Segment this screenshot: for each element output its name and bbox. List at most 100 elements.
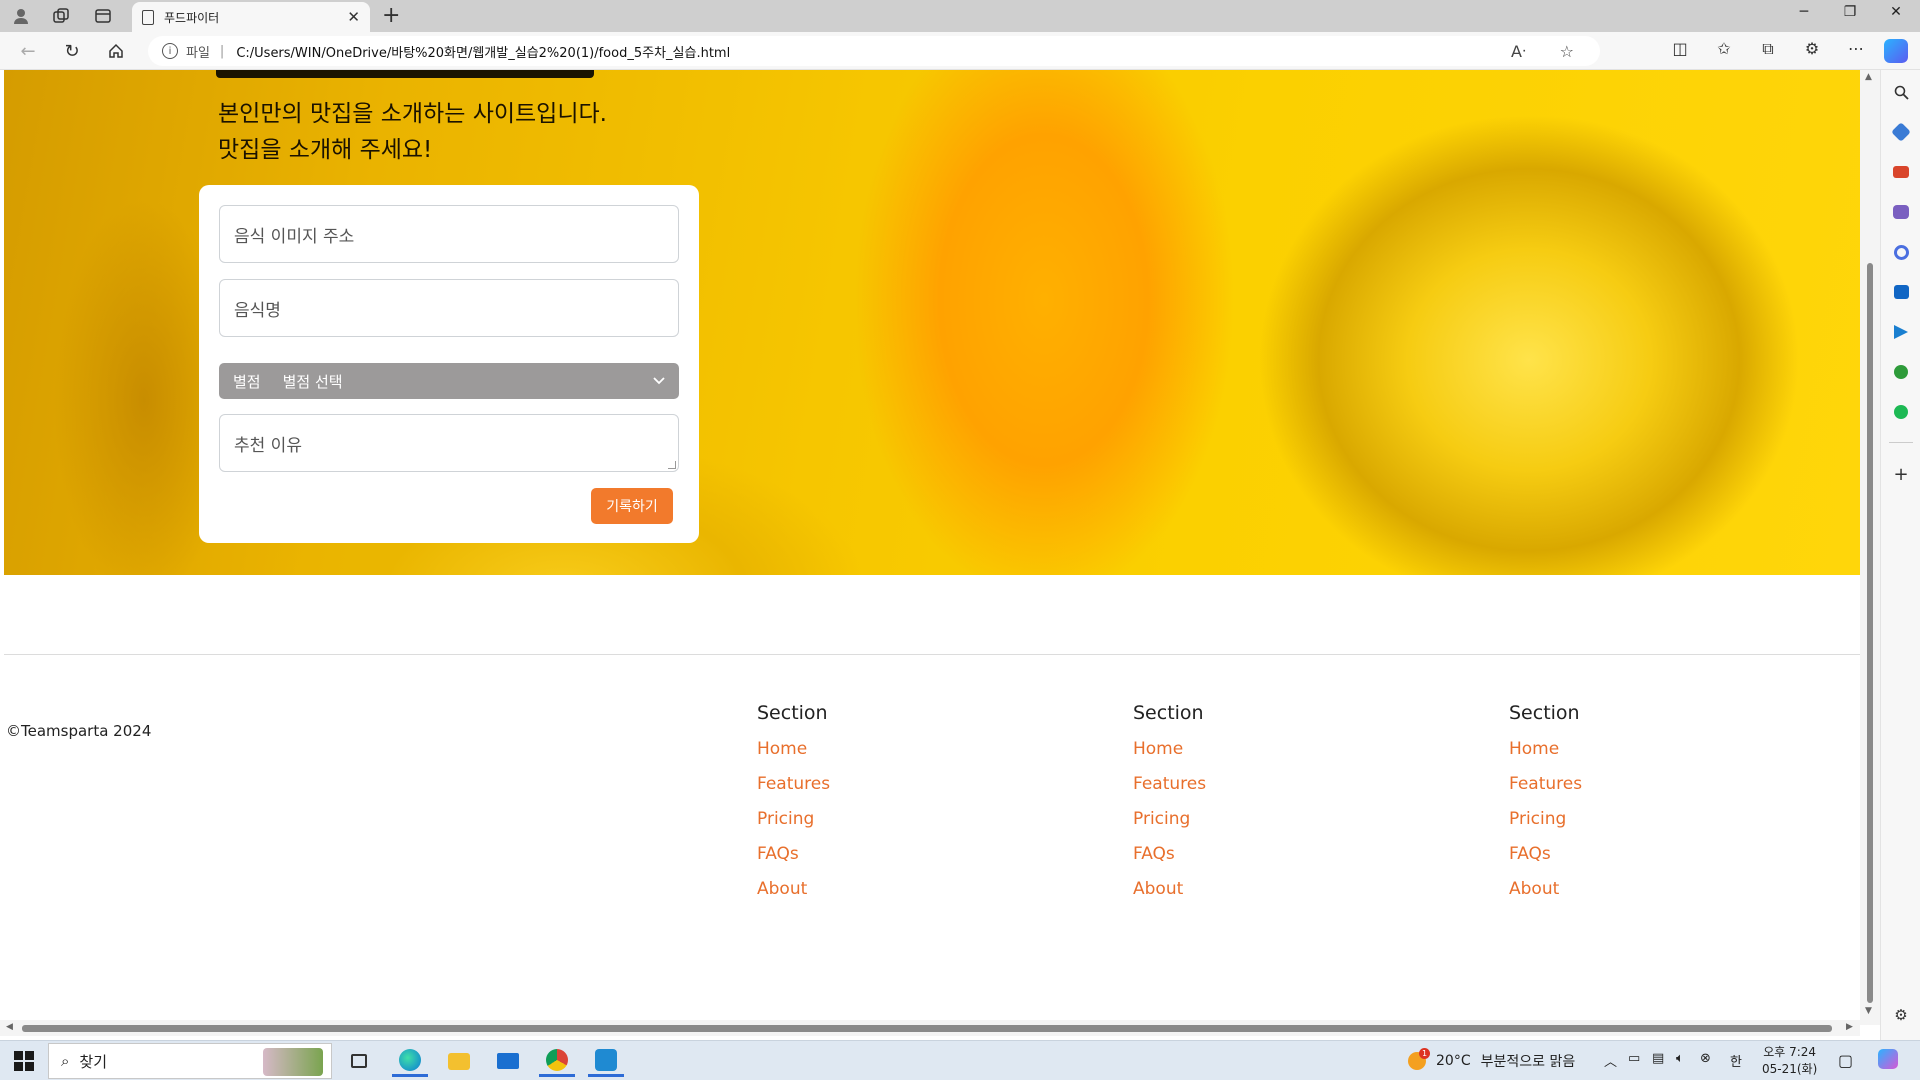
taskbar-search-label: 찾기 <box>79 1052 108 1071</box>
windows-taskbar: ⌕ 찾기 1 20°C 부분적으로 맑음 ︿ ▭ ▤ 🔈︎ ⊗ 한 오후 7:2… <box>0 1040 1920 1080</box>
active-tab[interactable]: 푸드파이터 ✕ <box>132 2 370 32</box>
footer-link-home[interactable]: Home <box>1509 732 1709 767</box>
url-scheme-label: 파일 <box>186 45 210 61</box>
outlook-icon[interactable] <box>1891 282 1911 302</box>
review-form-card: 음식 이미지 주소 음식명 별점 별점 선택 추천 이유 기록하기 <box>199 185 699 543</box>
footer-section-title: Section <box>1509 702 1580 724</box>
settings-gear-icon[interactable]: ⚙ <box>1891 1005 1911 1025</box>
more-menu-icon[interactable]: ⋯ <box>1844 39 1868 58</box>
chrome-icon[interactable] <box>539 1045 575 1077</box>
footer-link-features[interactable]: Features <box>1509 767 1709 802</box>
profile-icon[interactable] <box>10 5 32 27</box>
tab-title: 푸드파이터 <box>164 10 220 25</box>
footer-divider <box>4 654 1860 655</box>
food-name-input[interactable]: 음식명 <box>219 279 679 337</box>
footer-link-home[interactable]: Home <box>1133 732 1333 767</box>
file-explorer-icon[interactable] <box>441 1045 477 1077</box>
weather-sun-icon: 1 <box>1408 1048 1430 1070</box>
vertical-scrollbar[interactable]: ▲ ▼ <box>1860 70 1880 1025</box>
workspaces-icon[interactable] <box>50 5 72 27</box>
page-icon <box>142 9 154 25</box>
favorites-icon[interactable]: ✩ <box>1712 39 1736 58</box>
image-url-placeholder: 음식 이미지 주소 <box>234 226 355 247</box>
ime-indicator[interactable]: 한 <box>1730 1051 1742 1070</box>
home-icon[interactable] <box>104 40 128 62</box>
tray-overflow-icon[interactable]: ︿ <box>1604 1051 1617 1070</box>
status-x-icon[interactable]: ⊗ <box>1700 1051 1711 1066</box>
tree-icon[interactable] <box>1891 362 1911 382</box>
copilot-icon[interactable] <box>1884 39 1908 63</box>
info-icon[interactable]: i <box>162 43 178 59</box>
vscode-icon[interactable] <box>588 1045 624 1077</box>
scroll-left-icon[interactable]: ◀ <box>6 1022 13 1032</box>
footer-link-about[interactable]: About <box>757 872 957 907</box>
horizontal-scroll-thumb[interactable] <box>22 1025 1832 1032</box>
hero-title-cutoff <box>216 70 594 78</box>
shopping-tag-icon[interactable] <box>1891 122 1911 142</box>
footer-link-features[interactable]: Features <box>757 767 957 802</box>
games-icon[interactable] <box>1891 202 1911 222</box>
footer-link-pricing[interactable]: Pricing <box>1133 802 1333 837</box>
footer-link-pricing[interactable]: Pricing <box>1509 802 1709 837</box>
add-icon[interactable]: + <box>1891 464 1911 485</box>
address-bar: ← ↻ i 파일 | C:/Users/WIN/OneDrive/바탕%20화면… <box>0 32 1920 70</box>
taskbar-search[interactable]: ⌕ 찾기 <box>48 1043 332 1079</box>
collections-icon[interactable]: ⧉ <box>1756 39 1780 59</box>
edge-browser-icon[interactable] <box>392 1045 428 1077</box>
windows-start-icon[interactable] <box>14 1051 34 1071</box>
submit-button[interactable]: 기록하기 <box>591 488 673 524</box>
weather-temperature: 20°C <box>1436 1053 1471 1069</box>
spotify-icon[interactable] <box>1891 402 1911 422</box>
system-clock[interactable]: 오후 7:24 05-21(화) <box>1762 1044 1817 1078</box>
scroll-right-icon[interactable]: ▶ <box>1846 1022 1853 1032</box>
copilot-taskbar-icon[interactable] <box>1878 1049 1898 1069</box>
footer-link-home[interactable]: Home <box>757 732 957 767</box>
resize-handle-icon[interactable] <box>668 461 676 469</box>
favorite-star-icon[interactable]: ☆ <box>1560 42 1574 61</box>
meet-icon[interactable]: ▭ <box>1628 1051 1640 1066</box>
microsoft-365-icon[interactable] <box>1891 242 1911 262</box>
send-icon[interactable] <box>1891 322 1911 342</box>
clock-date: 05-21(화) <box>1762 1062 1818 1076</box>
footer-link-features[interactable]: Features <box>1133 767 1333 802</box>
reason-textarea[interactable]: 추천 이유 <box>219 414 679 472</box>
tools-icon[interactable] <box>1891 162 1911 182</box>
task-view-icon[interactable] <box>341 1045 377 1077</box>
search-icon[interactable] <box>1891 82 1911 102</box>
volume-icon[interactable]: 🔈︎ <box>1676 1051 1684 1066</box>
new-tab-icon[interactable]: + <box>382 3 400 28</box>
rating-select[interactable]: 별점 별점 선택 <box>219 363 679 399</box>
footer-column-3: Section Home Features Pricing FAQs About <box>1509 702 1709 907</box>
scroll-up-icon[interactable]: ▲ <box>1865 72 1872 82</box>
image-url-input[interactable]: 음식 이미지 주소 <box>219 205 679 263</box>
split-screen-icon[interactable]: ◫ <box>1668 39 1692 58</box>
close-tab-icon[interactable]: ✕ <box>347 8 360 26</box>
vertical-scroll-thumb[interactable] <box>1867 263 1873 1003</box>
horizontal-scrollbar[interactable]: ◀ ▶ <box>0 1020 1860 1036</box>
footer-link-faqs[interactable]: FAQs <box>1133 837 1333 872</box>
restore-icon[interactable]: ❐ <box>1830 4 1870 20</box>
refresh-icon[interactable]: ↻ <box>60 40 84 62</box>
weather-widget[interactable]: 1 20°C 부분적으로 맑음 <box>1408 1048 1575 1071</box>
footer-link-faqs[interactable]: FAQs <box>1509 837 1709 872</box>
extensions-icon[interactable]: ⚙ <box>1800 39 1824 58</box>
network-icon[interactable]: ▤ <box>1652 1051 1664 1066</box>
notification-icon[interactable]: ▢ <box>1838 1051 1853 1070</box>
close-window-icon[interactable]: ✕ <box>1876 4 1916 20</box>
url-text: C:/Users/WIN/OneDrive/바탕%20화면/웹개발_실습2%20… <box>236 45 731 61</box>
read-aloud-icon[interactable]: Aᐧ <box>1511 42 1526 61</box>
url-field[interactable]: i 파일 | C:/Users/WIN/OneDrive/바탕%20화면/웹개발… <box>148 36 1600 66</box>
tab-actions-icon[interactable] <box>92 5 114 27</box>
search-highlight-image <box>263 1048 323 1076</box>
chevron-down-icon <box>653 374 665 388</box>
footer-link-about[interactable]: About <box>1133 872 1333 907</box>
hero-subtitle-line1: 본인만의 맛집을 소개하는 사이트입니다. <box>218 101 607 127</box>
mail-icon[interactable] <box>490 1045 526 1077</box>
back-icon[interactable]: ← <box>16 40 40 62</box>
minimize-icon[interactable]: ─ <box>1784 4 1824 20</box>
footer-link-about[interactable]: About <box>1509 872 1709 907</box>
hero-subtitle-line2: 맛집을 소개해 주세요! <box>218 137 433 163</box>
scroll-down-icon[interactable]: ▼ <box>1865 1006 1872 1016</box>
footer-link-pricing[interactable]: Pricing <box>757 802 957 837</box>
footer-link-faqs[interactable]: FAQs <box>757 837 957 872</box>
